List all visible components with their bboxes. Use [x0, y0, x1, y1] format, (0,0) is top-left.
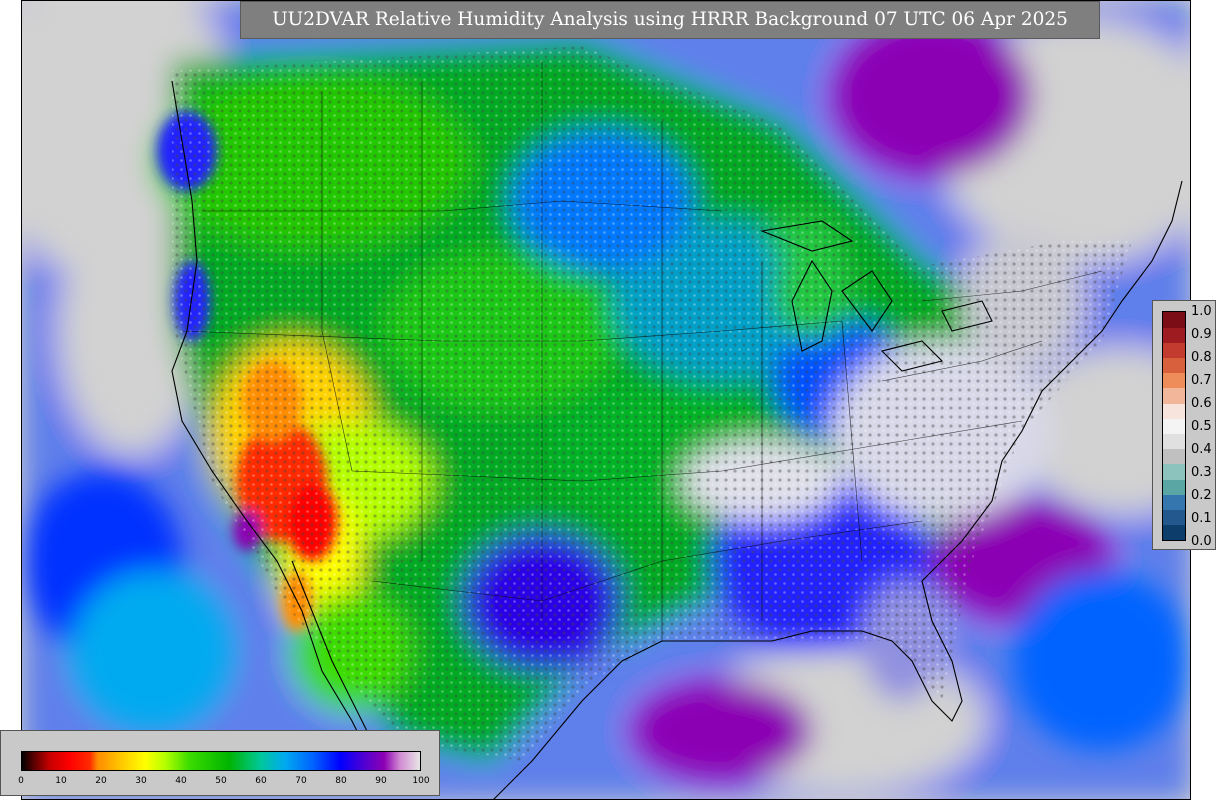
- observation-colorbar-tick: 0.3: [1191, 465, 1212, 480]
- observation-colorbar-segment: [1163, 509, 1185, 526]
- observation-colorbar-tick: 0.6: [1191, 396, 1212, 411]
- observation-colorbar-segment: [1163, 342, 1185, 359]
- observation-colorbar-tick: 0.1: [1191, 511, 1212, 526]
- rh-colorbar: 0 10 20 30 40 50 60 70 80 90 100: [0, 730, 440, 796]
- rh-colorbar-tick: 0: [18, 776, 24, 786]
- rh-colorbar-tick: 50: [215, 776, 227, 786]
- observation-colorbar-bar: [1162, 311, 1186, 541]
- observation-colorbar-tick: 0.9: [1191, 327, 1212, 342]
- observation-colorbar-segment: [1163, 479, 1185, 495]
- rh-colorbar-bar: [21, 751, 421, 771]
- observation-colorbar-segment: [1163, 372, 1185, 389]
- humidity-map[interactable]: [21, 0, 1191, 800]
- observation-colorbar-segment: [1163, 464, 1185, 480]
- rh-colorbar-tick: 90: [375, 776, 387, 786]
- figure: UU2DVAR Relative Humidity Analysis using…: [0, 0, 1216, 800]
- rh-colorbar-tick: 100: [412, 776, 430, 786]
- rh-colorbar-tick: 80: [335, 776, 347, 786]
- rh-colorbar-tick: 10: [55, 776, 67, 786]
- observation-colorbar-segment: [1163, 448, 1185, 465]
- observation-colorbar-segment: [1163, 357, 1185, 374]
- observation-colorbar-segment: [1163, 418, 1185, 435]
- observation-colorbar-tick: 0.5: [1191, 419, 1212, 434]
- observation-colorbar-segment: [1163, 312, 1185, 328]
- observation-colorbar-tick: 1.0: [1191, 304, 1212, 319]
- observation-colorbar-tick: 0.4: [1191, 442, 1212, 457]
- rh-colorbar-tick: 40: [175, 776, 187, 786]
- observation-colorbar-segment: [1163, 524, 1185, 541]
- observation-colorbar-tick: 0.2: [1191, 488, 1212, 503]
- rh-colorbar-tick: 70: [295, 776, 307, 786]
- observation-colorbar-tick: 0.7: [1191, 373, 1212, 388]
- map-title: UU2DVAR Relative Humidity Analysis using…: [240, 1, 1100, 39]
- observation-colorbar-segment: [1163, 494, 1185, 511]
- rh-colorbar-tick: 20: [95, 776, 107, 786]
- humidity-field-svg: [22, 1, 1190, 799]
- observation-colorbar-segment: [1163, 433, 1185, 450]
- observation-colorbar-tick: 0.0: [1191, 534, 1212, 549]
- observation-colorbar: 1.0 0.9 0.8 0.7 0.6 0.5 0.4 0.3 0.2 0.1 0.0: [1152, 300, 1216, 550]
- rh-colorbar-tick: 60: [255, 776, 267, 786]
- observation-colorbar-segment: [1163, 403, 1185, 419]
- rh-colorbar-tick: 30: [135, 776, 147, 786]
- observation-colorbar-tick: 0.8: [1191, 350, 1212, 365]
- observation-colorbar-segment: [1163, 388, 1185, 404]
- observation-colorbar-segment: [1163, 327, 1185, 343]
